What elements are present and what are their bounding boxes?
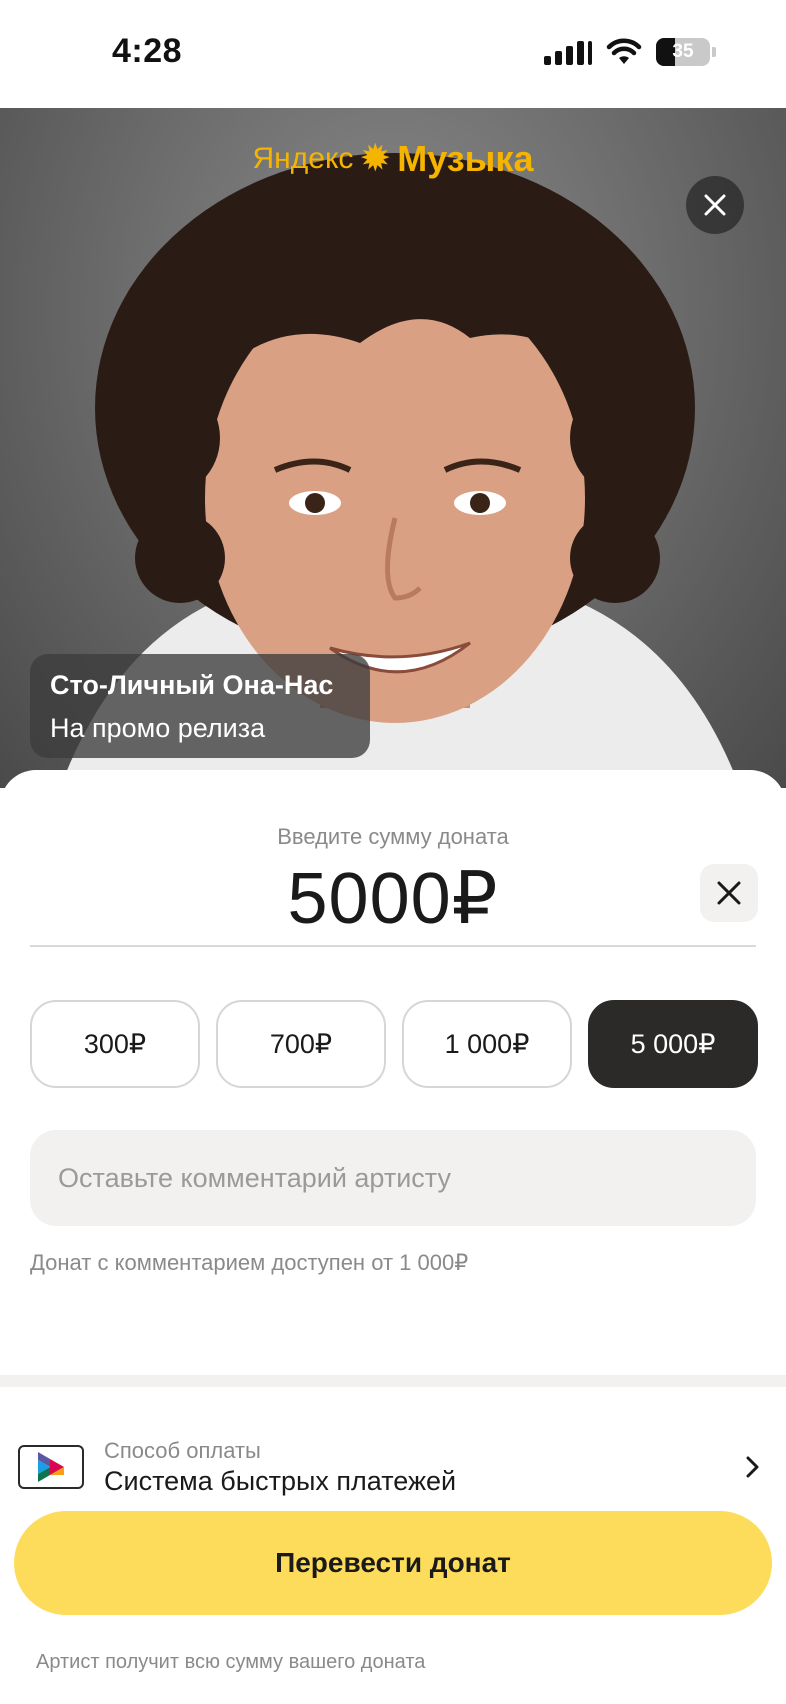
amount-input[interactable]: 5000₽ bbox=[0, 856, 786, 940]
close-icon bbox=[717, 881, 741, 905]
artist-badge: Сто-Личный Она-Нас На промо релиза bbox=[30, 654, 370, 758]
artist-name: Сто-Личный Она-Нас bbox=[50, 670, 334, 700]
preset-300-button[interactable]: 300₽ bbox=[30, 1000, 200, 1088]
artist-subtitle: На промо релиза bbox=[50, 713, 266, 743]
sbp-logo-icon bbox=[18, 1445, 84, 1489]
yandex-music-logo: Яндекс ✹ Музыка bbox=[0, 138, 786, 180]
amount-label: Введите сумму доната bbox=[277, 824, 509, 849]
payment-method-texts: Способ оплаты Система быстрых платежей bbox=[104, 1438, 738, 1497]
status-time: 4:28 bbox=[112, 32, 183, 70]
preset-1000-button[interactable]: 1 000₽ bbox=[402, 1000, 572, 1088]
payment-method-row[interactable]: Способ оплаты Система быстрых платежей bbox=[18, 1429, 768, 1505]
brand-text-music: Музыка bbox=[397, 138, 534, 179]
artist-hero: Яндекс ✹ Музыка Сто-Личный Она-Нас На пр… bbox=[0, 108, 786, 788]
comment-note: Донат с комментарием доступен от 1 000₽ bbox=[30, 1250, 469, 1275]
close-icon bbox=[704, 194, 726, 216]
battery-icon: 35 bbox=[656, 38, 710, 66]
payment-method-label: Способ оплаты bbox=[104, 1437, 261, 1463]
preset-5000-button[interactable]: 5 000₽ bbox=[588, 1000, 758, 1088]
clear-amount-button[interactable] bbox=[700, 864, 758, 922]
preset-700-button[interactable]: 700₽ bbox=[216, 1000, 386, 1088]
donation-sheet: Введите сумму доната 5000₽ 300₽ 700₽ 1 0… bbox=[0, 770, 786, 1375]
send-donation-button[interactable]: Перевести донат bbox=[14, 1511, 772, 1615]
status-bar: 4:28 35 bbox=[0, 0, 786, 108]
close-button[interactable] bbox=[686, 176, 744, 234]
battery-level: 35 bbox=[672, 41, 694, 62]
comment-input[interactable] bbox=[30, 1130, 756, 1226]
wifi-icon bbox=[606, 38, 642, 64]
divider bbox=[30, 945, 756, 947]
brand-text-yandex: Яндекс bbox=[252, 142, 354, 175]
sun-icon: ✹ bbox=[359, 138, 392, 180]
status-icons: 35 bbox=[544, 38, 716, 66]
cellular-signal-icon bbox=[544, 39, 592, 65]
section-gap bbox=[0, 1375, 786, 1387]
chevron-right-icon bbox=[738, 1456, 768, 1478]
payment-method-value: Система быстрых платежей bbox=[104, 1465, 457, 1496]
payment-card: Способ оплаты Система быстрых платежей П… bbox=[0, 1387, 786, 1704]
footer-note: Артист получит всю сумму вашего доната bbox=[36, 1651, 426, 1673]
amount-presets: 300₽ 700₽ 1 000₽ 5 000₽ bbox=[30, 1000, 758, 1088]
